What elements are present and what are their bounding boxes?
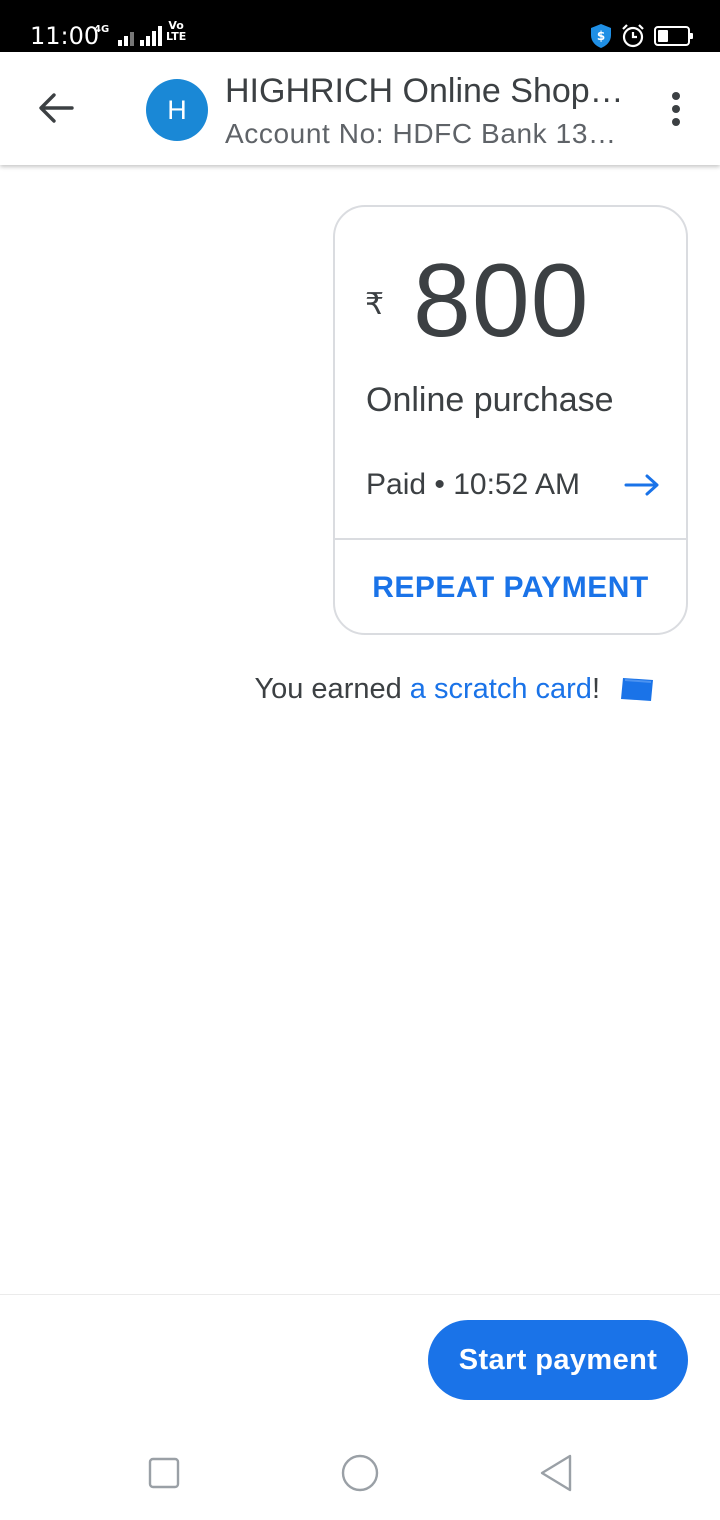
status-time: 11:00: [30, 22, 100, 50]
recents-button[interactable]: [139, 1448, 189, 1498]
scratch-card-link[interactable]: a scratch card: [410, 673, 592, 706]
status-icons: $: [590, 22, 693, 50]
system-nav-bar: [0, 1422, 720, 1520]
triangle-back-icon: [540, 1454, 572, 1492]
payment-status: Paid • 10:52 AM: [366, 468, 580, 501]
volte-line2: LTE: [166, 30, 187, 43]
payment-amount: 800: [413, 243, 590, 359]
app-bar: H HIGHRICH Online Shop… Account No: HDFC…: [0, 52, 720, 165]
circle-icon: [341, 1454, 379, 1492]
reward-message: You earned a scratch card !: [254, 668, 654, 710]
bottom-divider: [0, 1294, 720, 1295]
payment-note: Online purchase: [366, 381, 614, 419]
battery-icon: [654, 26, 693, 46]
volte-icon: Vo LTE: [166, 20, 186, 42]
shield-icon: $: [591, 24, 611, 48]
arrow-left-icon: [39, 93, 74, 123]
square-icon: [148, 1457, 180, 1489]
back-button[interactable]: [30, 82, 82, 134]
payee-name[interactable]: HIGHRICH Online Shop…: [225, 70, 635, 112]
currency-symbol: ₹: [365, 287, 385, 322]
scratch-card-icon[interactable]: [620, 676, 654, 702]
status-bar: 11:00 4G Vo LTE $: [0, 0, 720, 52]
avatar[interactable]: H: [146, 79, 208, 141]
nav-back-button[interactable]: [531, 1448, 581, 1498]
network-type-label: 4G: [94, 24, 110, 35]
more-vert-icon: [672, 92, 680, 126]
payment-status-row[interactable]: Paid • 10:52 AM: [366, 464, 660, 506]
alarm-icon: [622, 24, 644, 48]
more-options-button[interactable]: [656, 86, 696, 132]
reward-suffix: !: [591, 672, 600, 705]
home-button[interactable]: [335, 1448, 385, 1498]
svg-text:$: $: [597, 29, 605, 43]
arrow-right-icon[interactable]: [624, 473, 660, 497]
start-payment-button[interactable]: Start payment: [428, 1320, 688, 1400]
repeat-payment-button[interactable]: REPEAT PAYMENT: [335, 540, 686, 635]
payment-card[interactable]: ₹ 800 Online purchase Paid • 10:52 AM RE…: [333, 205, 688, 635]
signal-icon: [118, 26, 162, 46]
account-number[interactable]: Account No: HDFC Bank 13…: [225, 116, 635, 152]
reward-prefix: You earned: [254, 672, 410, 705]
